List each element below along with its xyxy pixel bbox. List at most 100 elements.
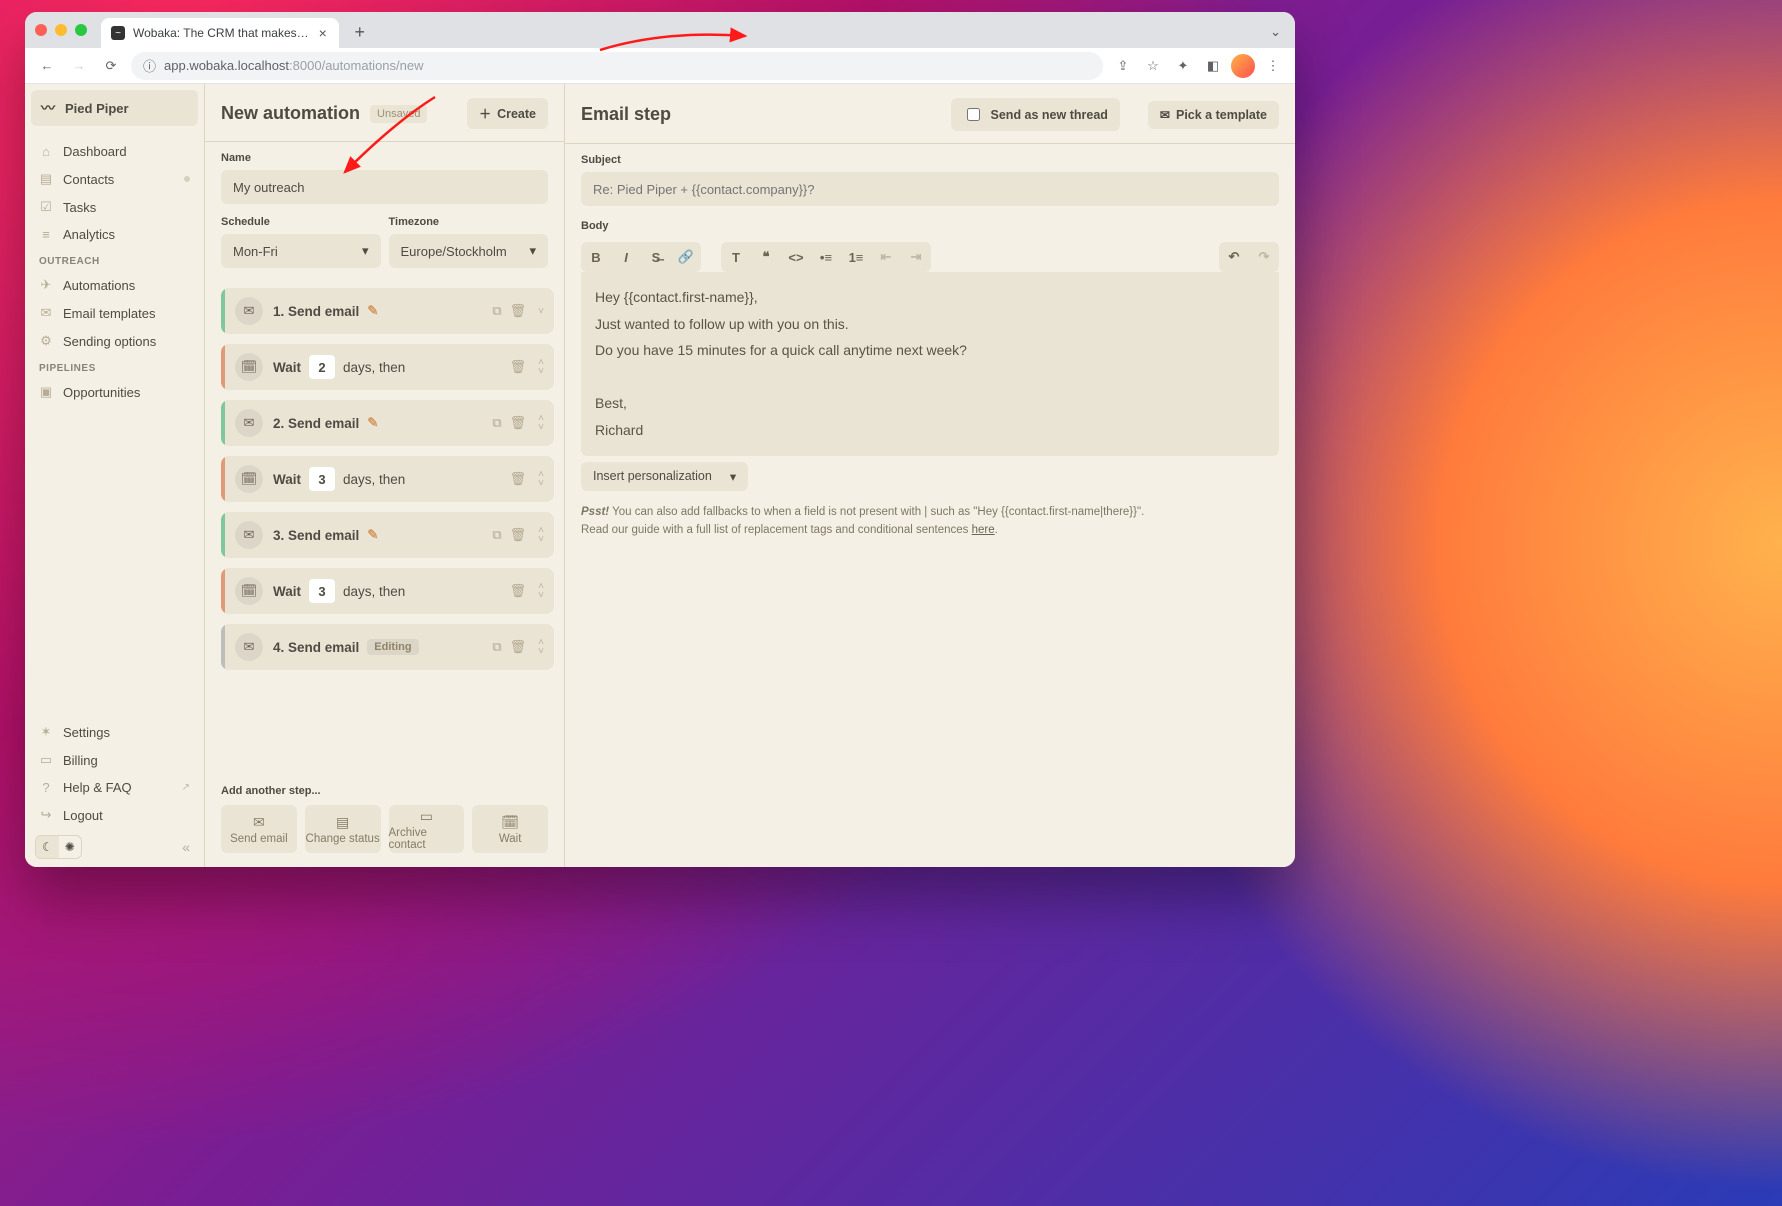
sidebar-item-label: Sending options <box>63 334 156 349</box>
extensions-icon[interactable]: ✦ <box>1171 54 1195 78</box>
edit-icon[interactable]: ✎ <box>367 527 378 543</box>
strike-button[interactable]: S̶ <box>641 242 671 272</box>
back-button[interactable]: ← <box>35 54 59 78</box>
profile-avatar[interactable] <box>1231 54 1255 78</box>
move-down-icon[interactable]: ˅ <box>538 423 544 432</box>
envelope-icon: ✉ <box>235 297 263 325</box>
sidebar-item-automations[interactable]: ✈ Automations <box>31 271 198 299</box>
step-wait[interactable]: 🗓Wait 3 days, then 🗑 ˄˅ <box>221 568 554 614</box>
duplicate-icon[interactable]: ⧉ <box>492 639 501 655</box>
theme-toggle[interactable]: ☾ ✺ <box>35 835 82 859</box>
collapse-sidebar-button[interactable]: « <box>178 835 194 859</box>
create-button[interactable]: ＋ Create <box>467 98 548 129</box>
sidebar-item-contacts[interactable]: ▤ Contacts <box>31 165 198 193</box>
sidebar-item-icon: ▭ <box>39 752 53 768</box>
heading-button[interactable]: T <box>721 242 751 272</box>
sidebar-item-help-faq[interactable]: ? Help & FAQ <box>31 774 198 801</box>
duplicate-icon[interactable]: ⧉ <box>492 527 501 543</box>
reload-button[interactable]: ⟳ <box>99 54 123 78</box>
body-editor[interactable]: Hey {{contact.first-name}},Just wanted t… <box>581 272 1279 456</box>
wait-days-input[interactable]: 3 <box>309 467 335 491</box>
sidebar-item-logout[interactable]: ↪ Logout <box>31 801 198 829</box>
close-window-button[interactable] <box>35 24 47 36</box>
timezone-select[interactable]: Europe/Stockholm ▾ <box>389 234 549 268</box>
move-down-icon[interactable]: ˅ <box>538 479 544 488</box>
schedule-select[interactable]: Mon-Fri ▾ <box>221 234 381 268</box>
step-wait[interactable]: 🗓Wait 2 days, then 🗑 ˄˅ <box>221 344 554 390</box>
wait-days-input[interactable]: 3 <box>309 579 335 603</box>
delete-icon[interactable]: 🗑 <box>510 639 527 655</box>
move-down-icon[interactable]: ˅ <box>538 367 544 376</box>
quote-button[interactable]: ❝ <box>751 242 781 272</box>
chevron-down-icon: ▾ <box>529 243 536 259</box>
panel-icon[interactable]: ◧ <box>1201 54 1225 78</box>
sidebar-item-analytics[interactable]: ≡ Analytics <box>31 221 198 248</box>
sidebar-item-email-templates[interactable]: ✉ Email templates <box>31 299 198 327</box>
delete-icon[interactable]: 🗑 <box>510 583 527 599</box>
add-step-send-email[interactable]: ✉Send email <box>221 805 297 853</box>
italic-button[interactable]: I <box>611 242 641 272</box>
sidebar-item-opportunities[interactable]: ▣ Opportunities <box>31 378 198 406</box>
workspace-switcher[interactable]: 〰 Pied Piper <box>31 90 198 126</box>
move-down-icon[interactable]: ˅ <box>538 591 544 600</box>
bullet-list-button[interactable]: •≡ <box>811 242 841 272</box>
name-input[interactable] <box>221 170 548 204</box>
redo-button[interactable]: ↷ <box>1249 242 1279 272</box>
add-step-wait[interactable]: 🗓Wait <box>472 805 548 853</box>
hint-link[interactable]: here <box>972 524 995 536</box>
close-tab-icon[interactable]: × <box>317 25 329 41</box>
tab-overflow-button[interactable]: ⌄ <box>1266 20 1285 44</box>
move-down-icon[interactable]: ˅ <box>538 535 544 544</box>
share-icon[interactable]: ⇪ <box>1111 54 1135 78</box>
send-as-new-thread-toggle[interactable]: Send as new thread <box>951 98 1120 131</box>
pick-template-button[interactable]: ✉ Pick a template <box>1148 101 1279 129</box>
sidebar-item-dashboard[interactable]: ⌂ Dashboard <box>31 138 198 165</box>
sidebar-item-billing[interactable]: ▭ Billing <box>31 746 198 774</box>
wait-days-input[interactable]: 2 <box>309 355 335 379</box>
move-down-icon[interactable]: ˅ <box>538 647 544 656</box>
link-button[interactable]: 🔗 <box>671 242 701 272</box>
site-info-icon[interactable]: ⓘ <box>143 56 156 75</box>
delete-icon[interactable]: 🗑 <box>510 415 527 431</box>
delete-icon[interactable]: 🗑 <box>510 303 527 319</box>
step-send-email[interactable]: ✉2. Send email✎ ⧉ 🗑 ˄˅ <box>221 400 554 446</box>
edit-icon[interactable]: ✎ <box>367 303 378 319</box>
step-send-email[interactable]: ✉3. Send email✎ ⧉ 🗑 ˄˅ <box>221 512 554 558</box>
delete-icon[interactable]: 🗑 <box>510 527 527 543</box>
delete-icon[interactable]: 🗑 <box>510 471 527 487</box>
add-step-icon: ▤ <box>336 814 349 831</box>
code-button[interactable]: <> <box>781 242 811 272</box>
step-send-email[interactable]: ✉1. Send email✎ ⧉ 🗑 ˅ <box>221 288 554 334</box>
outdent-button[interactable]: ⇤ <box>871 242 901 272</box>
add-step-change-status[interactable]: ▤Change status <box>305 805 381 853</box>
main-content: New automation Unsaved ＋ Create Name Sch… <box>205 84 1295 867</box>
step-send-email[interactable]: ✉4. Send emailEditing ⧉ 🗑 ˄˅ <box>221 624 554 670</box>
bold-button[interactable]: B <box>581 242 611 272</box>
sidebar-item-sending-options[interactable]: ⚙ Sending options <box>31 327 198 355</box>
sidebar-item-tasks[interactable]: ☑ Tasks <box>31 193 198 221</box>
bookmark-icon[interactable]: ☆ <box>1141 54 1165 78</box>
delete-icon[interactable]: 🗑 <box>510 359 527 375</box>
duplicate-icon[interactable]: ⧉ <box>492 415 501 431</box>
number-list-button[interactable]: 1≡ <box>841 242 871 272</box>
theme-dark-icon[interactable]: ☾ <box>36 836 59 858</box>
send-as-new-thread-checkbox[interactable] <box>967 108 980 121</box>
add-step-archive-contact[interactable]: ▭Archive contact <box>389 805 465 853</box>
subject-input[interactable] <box>581 172 1279 206</box>
maximize-window-button[interactable] <box>75 24 87 36</box>
address-bar[interactable]: ⓘ app.wobaka.localhost:8000/automations/… <box>131 52 1103 80</box>
duplicate-icon[interactable]: ⧉ <box>492 303 501 319</box>
insert-personalization-select[interactable]: Insert personalization ▾ <box>581 462 748 491</box>
forward-button[interactable]: → <box>67 54 91 78</box>
minimize-window-button[interactable] <box>55 24 67 36</box>
move-down-icon[interactable]: ˅ <box>538 307 544 316</box>
theme-auto-icon[interactable]: ✺ <box>59 836 81 858</box>
browser-tab[interactable]: ~ Wobaka: The CRM that makes… × <box>101 18 339 48</box>
step-wait[interactable]: 🗓Wait 3 days, then 🗑 ˄˅ <box>221 456 554 502</box>
undo-button[interactable]: ↶ <box>1219 242 1249 272</box>
sidebar-item-settings[interactable]: ✶ Settings <box>31 718 198 746</box>
indent-button[interactable]: ⇥ <box>901 242 931 272</box>
chrome-menu-icon[interactable]: ⋮ <box>1261 54 1285 78</box>
new-tab-button[interactable]: + <box>347 19 373 45</box>
edit-icon[interactable]: ✎ <box>367 415 378 431</box>
